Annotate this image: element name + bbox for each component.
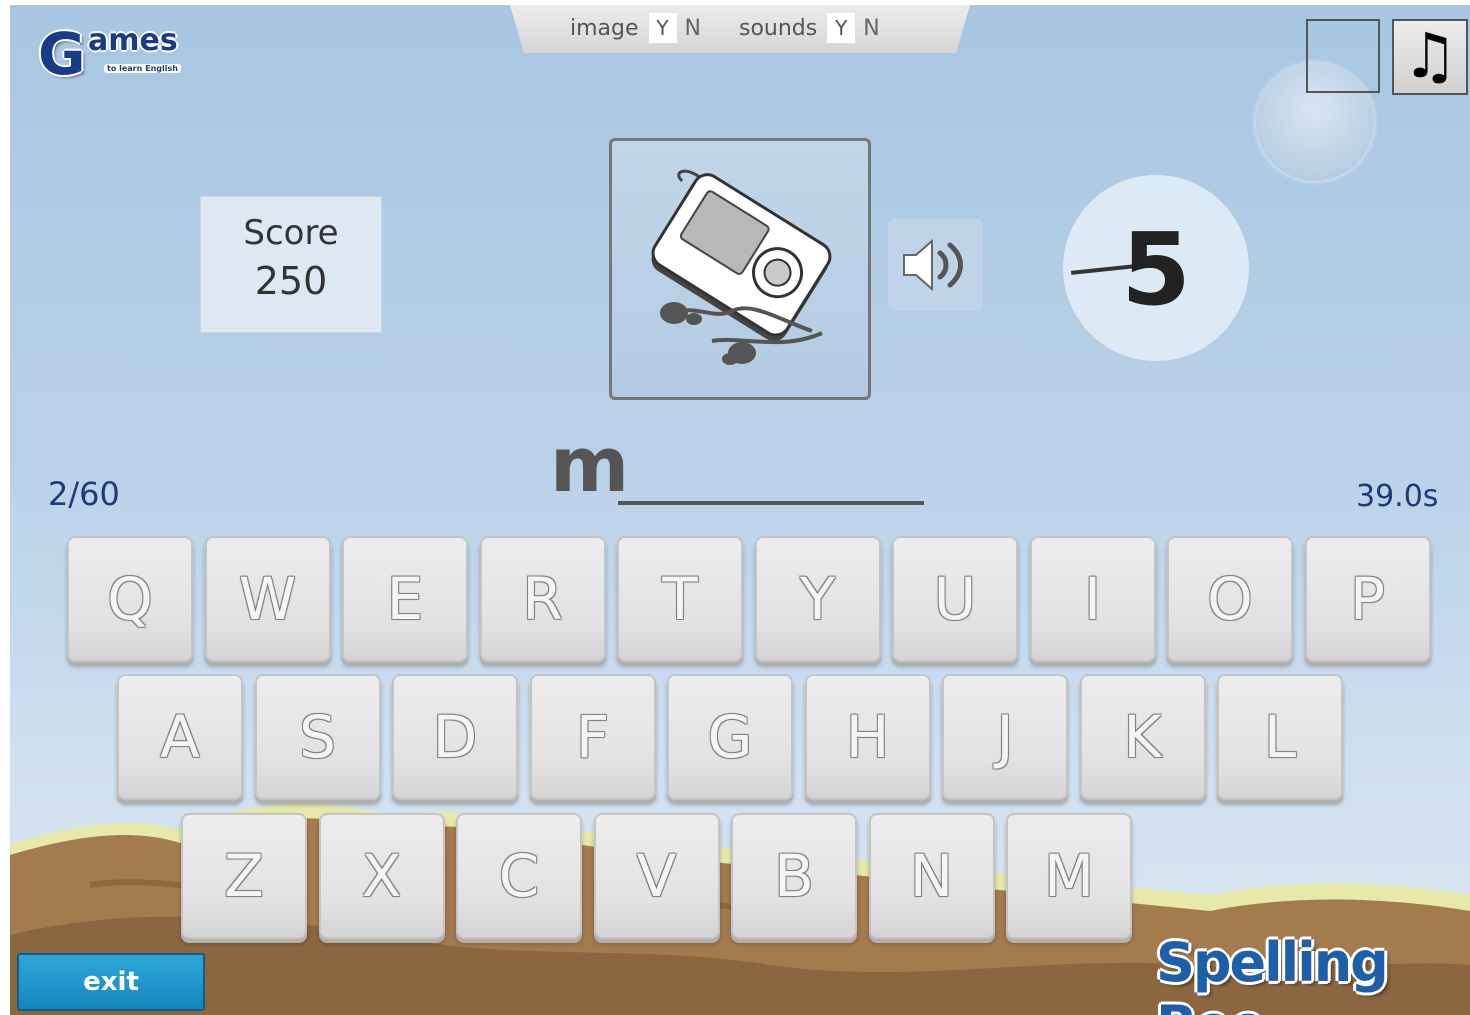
key-b[interactable]: B — [731, 813, 857, 939]
key-n[interactable]: N — [868, 813, 995, 939]
key-q[interactable]: Q — [67, 536, 193, 662]
word-picture — [609, 138, 871, 400]
score-title: Score — [243, 213, 339, 253]
sounds-no-button[interactable]: N — [863, 16, 879, 41]
word-blanks — [618, 501, 924, 505]
image-no-button[interactable]: N — [685, 16, 701, 41]
key-v[interactable]: V — [593, 813, 720, 939]
elapsed-time: 39.0s — [1356, 479, 1439, 514]
key-z[interactable]: Z — [181, 813, 307, 939]
question-progress: 2/60 — [48, 475, 120, 513]
key-c[interactable]: C — [456, 813, 582, 939]
sounds-option-label: sounds — [739, 15, 818, 41]
key-g[interactable]: G — [667, 674, 793, 800]
key-a[interactable]: A — [117, 674, 243, 800]
key-p[interactable]: P — [1304, 536, 1431, 662]
logo-text: ames — [88, 23, 178, 58]
countdown-value: 5 — [1121, 211, 1191, 328]
key-s[interactable]: S — [254, 674, 381, 800]
countdown-circle: 5 — [1063, 175, 1249, 361]
key-t[interactable]: T — [617, 536, 743, 662]
key-j[interactable]: J — [942, 674, 1068, 800]
speaker-icon — [903, 238, 963, 292]
key-d[interactable]: D — [392, 674, 518, 800]
music-toggle-button[interactable]: ♫ — [1392, 19, 1468, 95]
score-value: 250 — [254, 259, 328, 303]
key-e[interactable]: E — [342, 536, 468, 662]
key-f[interactable]: F — [529, 674, 656, 800]
logo-big-letter: G — [38, 20, 86, 88]
games-logo[interactable]: G ames to learn English — [38, 19, 208, 89]
score-panel: Score 250 — [200, 196, 382, 333]
key-u[interactable]: U — [892, 536, 1018, 662]
music-note-icon: ♫ — [1402, 19, 1458, 92]
sounds-yes-button[interactable]: Y — [827, 13, 856, 43]
key-h[interactable]: H — [804, 674, 931, 800]
logo-tagline: to learn English — [104, 64, 181, 73]
options-tab: image Y N sounds Y N — [510, 5, 970, 53]
key-l[interactable]: L — [1217, 674, 1343, 800]
fullscreen-button[interactable] — [1306, 19, 1380, 93]
key-i[interactable]: I — [1029, 536, 1156, 662]
key-k[interactable]: K — [1079, 674, 1206, 800]
image-option-label: image — [570, 15, 639, 41]
spelling-bee-logo: Spelling Bee — [1156, 931, 1389, 1015]
play-sound-button[interactable] — [888, 219, 983, 311]
game-stage: G ames to learn English image Y N sounds… — [10, 5, 1470, 1015]
image-yes-button[interactable]: Y — [648, 13, 677, 43]
key-x[interactable]: X — [318, 813, 445, 939]
key-m[interactable]: M — [1006, 813, 1132, 939]
key-o[interactable]: O — [1167, 536, 1293, 662]
key-w[interactable]: W — [204, 536, 331, 662]
mp3-player-icon — [651, 169, 832, 365]
key-r[interactable]: R — [479, 536, 606, 662]
key-y[interactable]: Y — [754, 536, 881, 662]
exit-button[interactable]: exit — [17, 953, 205, 1011]
